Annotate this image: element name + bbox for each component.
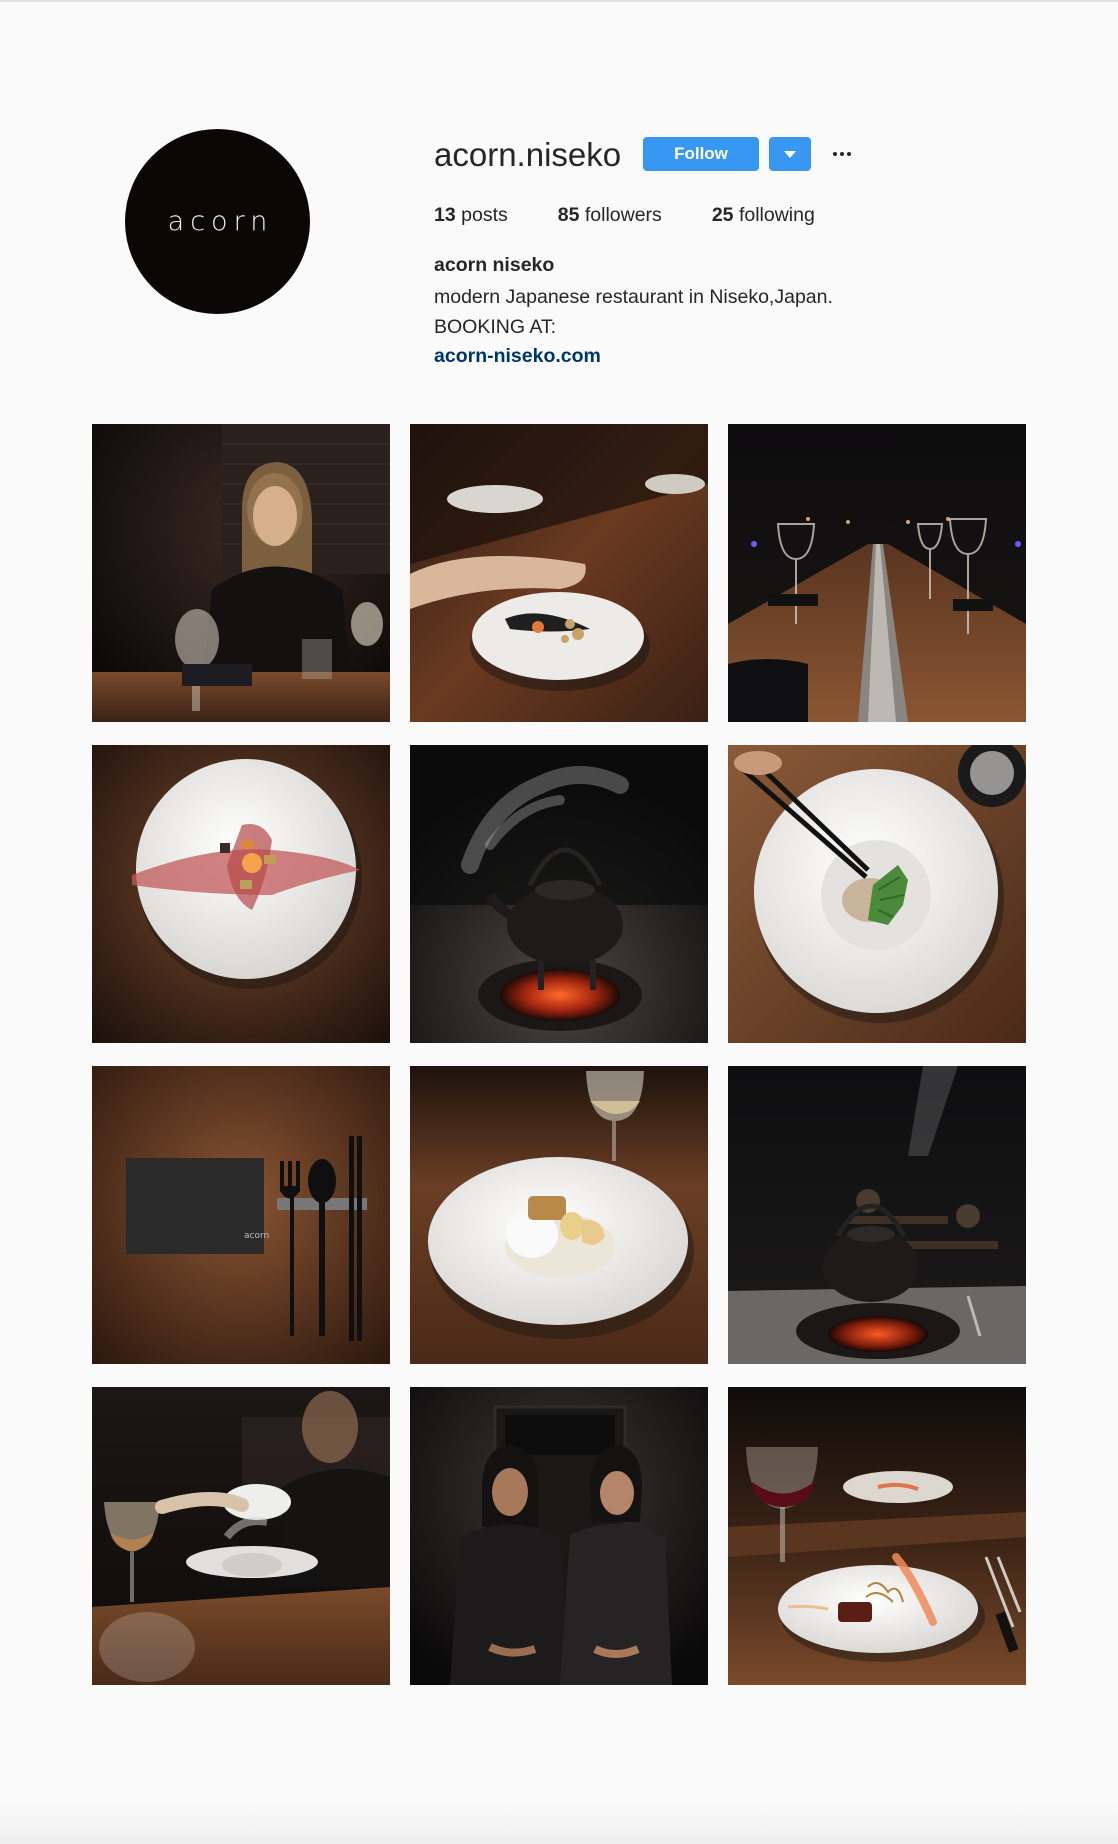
post-tile[interactable] [92,745,390,1043]
followers-stat[interactable]: 85 followers [558,203,662,227]
menu-card-logo: acorn [244,1231,269,1241]
follow-button[interactable]: Follow [643,137,759,171]
posts-label: posts [461,204,508,226]
post-image-woman-at-bar [92,424,390,722]
post-tile[interactable]: acorn [92,1066,390,1364]
profile-username: acorn.niseko [434,136,622,173]
post-image-table-setting: acorn [92,1066,390,1364]
profile-stats: 13 posts 85 followers 25 following [434,203,865,227]
post-image-meat-dish-wine [728,1387,1026,1685]
profile-avatar[interactable]: acorn [125,129,310,314]
post-tile[interactable] [92,424,390,722]
followers-label: followers [584,204,662,226]
bio-line-booking: BOOKING AT: [434,315,557,338]
post-image-plated-dish-presented [410,424,708,722]
post-image-plate-red-powder [92,745,390,1043]
suggested-accounts-dropdown-button[interactable] [769,137,811,171]
posts-count: 13 [434,204,456,226]
post-image-kettle-steam [410,745,708,1043]
website-link[interactable]: acorn-niseko.com [434,345,601,367]
post-image-dessert-plate [410,1066,708,1364]
following-count: 25 [711,204,734,226]
profile-bio: modern Japanese restaurant in Niseko,Jap… [434,283,833,372]
post-tile[interactable] [410,424,708,722]
bio-line-description: modern Japanese restaurant in Niseko,Jap… [434,286,833,308]
post-tile[interactable] [728,1387,1026,1685]
followers-count: 85 [557,204,580,226]
post-tile[interactable] [728,424,1026,722]
post-image-kettle-dining-room [728,1066,1026,1364]
following-label: following [738,204,815,226]
posts-stat: 13 posts [434,203,508,227]
more-options-icon [833,152,851,156]
post-tile[interactable] [728,1066,1026,1364]
post-tile[interactable] [92,1387,390,1685]
post-image-lid-reveal [92,1387,390,1685]
post-tile[interactable] [728,745,1026,1043]
profile-full-name: acorn niseko [434,254,555,276]
following-stat[interactable]: 25 following [712,203,815,227]
avatar-logo-text: acorn [167,206,274,237]
caret-down-icon [784,150,796,158]
post-image-two-chefs [410,1387,708,1685]
post-tile[interactable] [410,1066,708,1364]
post-image-chopsticks-leaf [728,745,1026,1043]
post-tile[interactable] [410,745,708,1043]
top-border [0,0,1118,2]
post-image-long-counter [728,424,1026,722]
page-bottom-fade [0,1804,1118,1844]
post-tile[interactable] [410,1387,708,1685]
more-options-button[interactable] [826,140,858,168]
